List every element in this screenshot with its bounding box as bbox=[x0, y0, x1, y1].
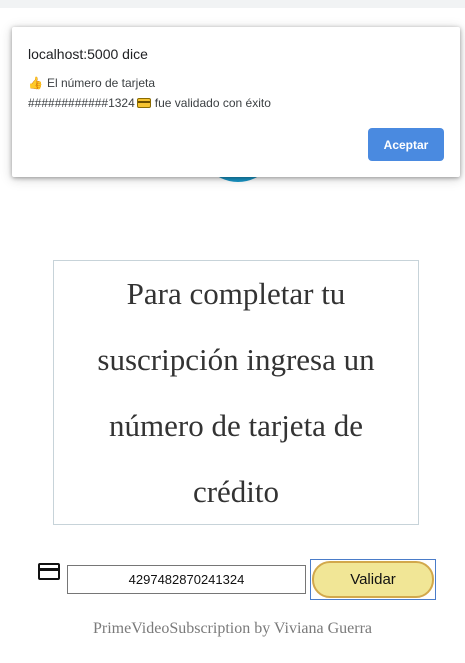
footer-credit: PrimeVideoSubscription by Viviana Guerra bbox=[92, 620, 373, 637]
thumbs-up-icon: 👍 bbox=[28, 76, 43, 90]
instruction-text: Para completar tu suscripción ingresa un… bbox=[97, 275, 375, 509]
card-number-input[interactable] bbox=[67, 565, 306, 594]
accept-button[interactable]: Aceptar bbox=[368, 128, 444, 161]
alert-dialog: localhost:5000 dice 👍 El número de tarjet… bbox=[12, 27, 460, 177]
page: localhost:5000 dice 👍 El número de tarjet… bbox=[0, 0, 465, 663]
dialog-title: localhost:5000 dice bbox=[28, 46, 148, 62]
credit-card-icon bbox=[38, 563, 60, 580]
browser-top-strip bbox=[0, 0, 465, 8]
dialog-success-text: fue validado con éxito bbox=[154, 96, 271, 110]
validate-button[interactable]: Validar bbox=[312, 561, 434, 598]
dialog-message-text: El número de tarjeta bbox=[46, 76, 156, 90]
dialog-message-line1: 👍 El número de tarjeta bbox=[28, 76, 155, 90]
masked-card-number: ############1324 bbox=[28, 96, 135, 110]
credit-card-emoji-icon bbox=[136, 98, 151, 108]
instruction-box: Para completar tu suscripción ingresa un… bbox=[53, 260, 419, 525]
dialog-message-line2: ############1324 fue validado con éxito bbox=[28, 96, 271, 110]
